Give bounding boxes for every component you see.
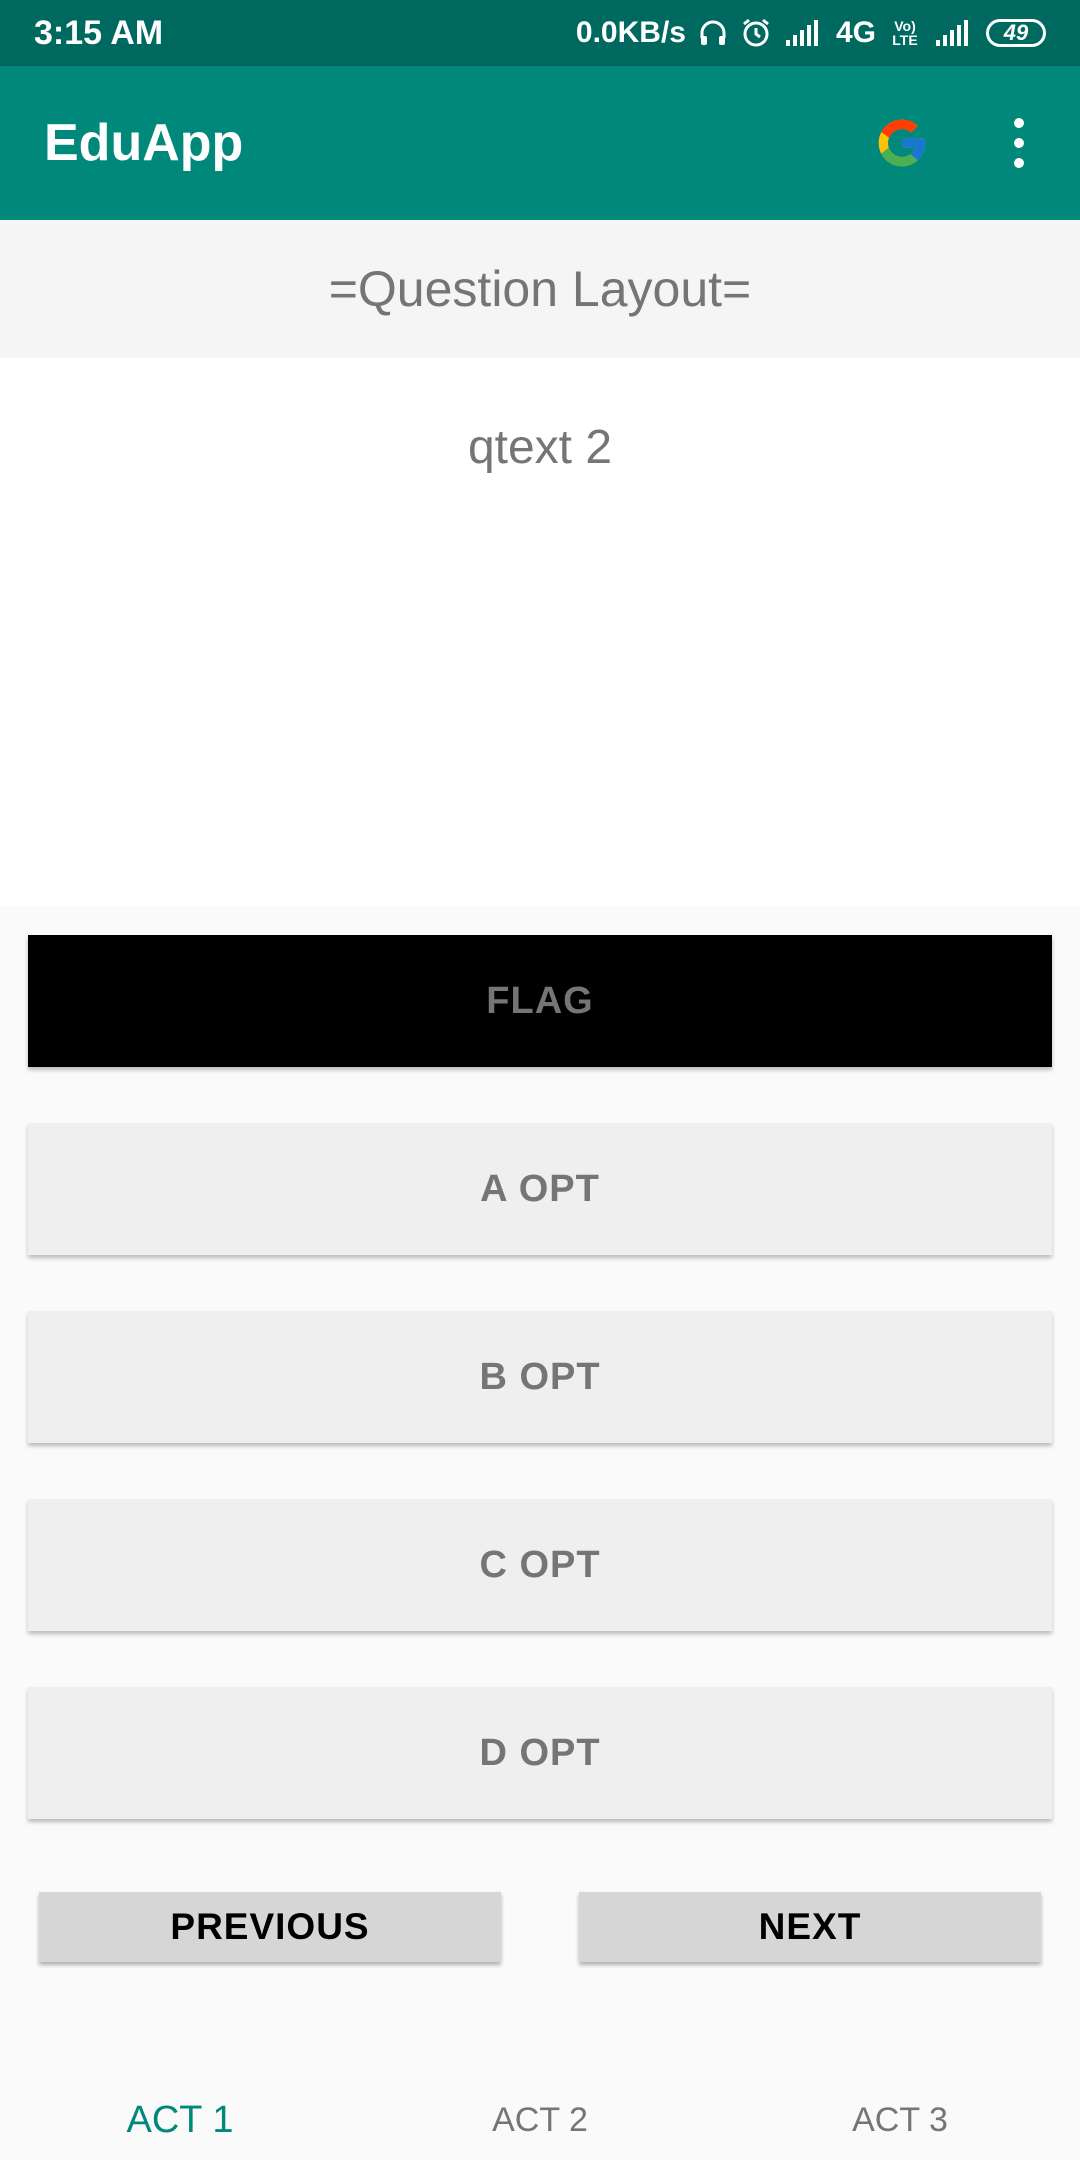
question-text: qtext 2 [467,421,613,474]
tab-act-2[interactable]: ACT 2 [360,2080,720,2160]
question-area: qtext 2 [0,358,1080,906]
option-a-button[interactable]: A OPT [28,1123,1052,1255]
status-time: 3:15 AM [34,14,164,52]
volte-label: Vo) LTE [892,18,918,48]
option-d-button[interactable]: D OPT [28,1687,1052,1819]
tab-act-1[interactable]: ACT 1 [0,2080,360,2160]
status-bar: 3:15 AM 0.0KB/s 4G Vo) LTE 49 [0,0,1080,66]
previous-button[interactable]: PREVIOUS [39,1892,501,1962]
alarm-icon [740,17,772,49]
option-b-button[interactable]: B OPT [28,1311,1052,1443]
more-vert-icon[interactable] [1004,113,1034,173]
status-icons: 0.0KB/s 4G Vo) LTE 49 [576,0,1046,66]
volte-icon: Vo) LTE [888,19,922,47]
app-bar: EduApp [0,66,1080,220]
flag-button[interactable]: FLAG [28,935,1052,1067]
signal-icon [784,18,824,48]
battery-level: 49 [1003,20,1029,45]
signal-icon [934,18,974,48]
battery-icon: 49 [986,19,1046,47]
net-speed: 0.0KB/s [575,16,686,49]
tab-act-3[interactable]: ACT 3 [720,2080,1080,2160]
network-type: 4G [835,16,876,49]
app-title: EduApp [44,114,244,172]
headphones-icon [698,18,728,48]
google-g-icon[interactable] [874,115,930,171]
next-button[interactable]: NEXT [579,1892,1041,1962]
layout-header: =Question Layout= [0,220,1080,358]
option-c-button[interactable]: C OPT [28,1499,1052,1631]
